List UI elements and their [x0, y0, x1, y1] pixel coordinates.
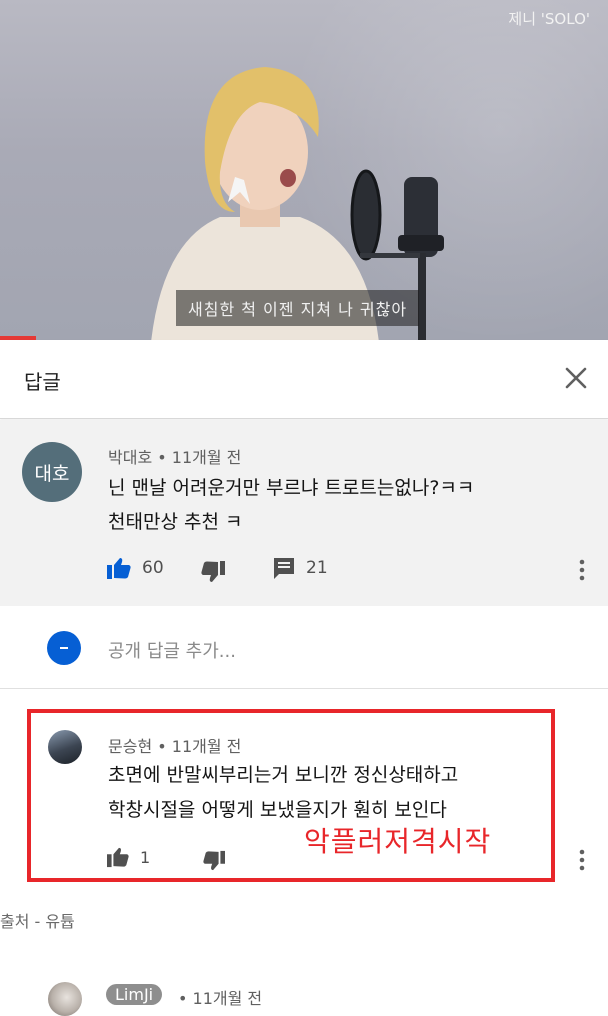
more-options-icon[interactable]	[578, 558, 586, 582]
comment-meta: 박대호 • 11개월 전	[108, 448, 242, 467]
comment-text-line-1: 닌 맨날 어려운거만 부르냐 트로트는없나?ㅋㅋ	[108, 477, 475, 499]
source-note: 출처 - 유튭	[0, 912, 75, 931]
add-reply-placeholder[interactable]: 공개 답글 추가...	[108, 637, 236, 663]
video-player[interactable]: 제니 'SOLO' 새침한 척 이젠 지쳐 나 귀찮아	[0, 0, 608, 340]
author-chip[interactable]: LimJi	[106, 984, 163, 1005]
add-reply-row[interactable]: 공개 답글 추가...	[0, 606, 608, 688]
video-watermark: 제니 'SOLO'	[508, 10, 590, 28]
thumbs-down-icon	[201, 561, 225, 582]
close-icon[interactable]	[560, 362, 592, 394]
comment-icon	[274, 558, 294, 579]
more-options-icon[interactable]	[578, 848, 586, 872]
parent-comment: 대호 박대호 • 11개월 전 닌 맨날 어려운거만 부르냐 트로트는없나?ㅋㅋ…	[0, 420, 608, 606]
video-subtitle: 새침한 척 이젠 지쳐 나 귀찮아	[176, 290, 420, 326]
user-avatar-icon	[47, 631, 81, 665]
reply-count-button[interactable]: 21	[272, 556, 328, 580]
panel-title: 답글	[24, 370, 61, 394]
like-count: 60	[142, 558, 164, 578]
comment-text-line-2: 천태만상 추천 ㅋ	[108, 511, 243, 533]
avatar[interactable]: 대호	[22, 442, 82, 502]
divider	[0, 688, 608, 689]
thumbs-up-icon	[107, 558, 131, 579]
reply-meta: • 11개월 전	[178, 989, 263, 1008]
highlight-annotation: 악플러저격시작	[304, 825, 492, 858]
reply-count: 21	[306, 558, 328, 578]
like-button[interactable]: 60	[106, 556, 164, 580]
avatar[interactable]	[48, 982, 82, 1016]
replies-panel-header: 답글	[0, 340, 608, 419]
dislike-button[interactable]	[200, 560, 226, 584]
